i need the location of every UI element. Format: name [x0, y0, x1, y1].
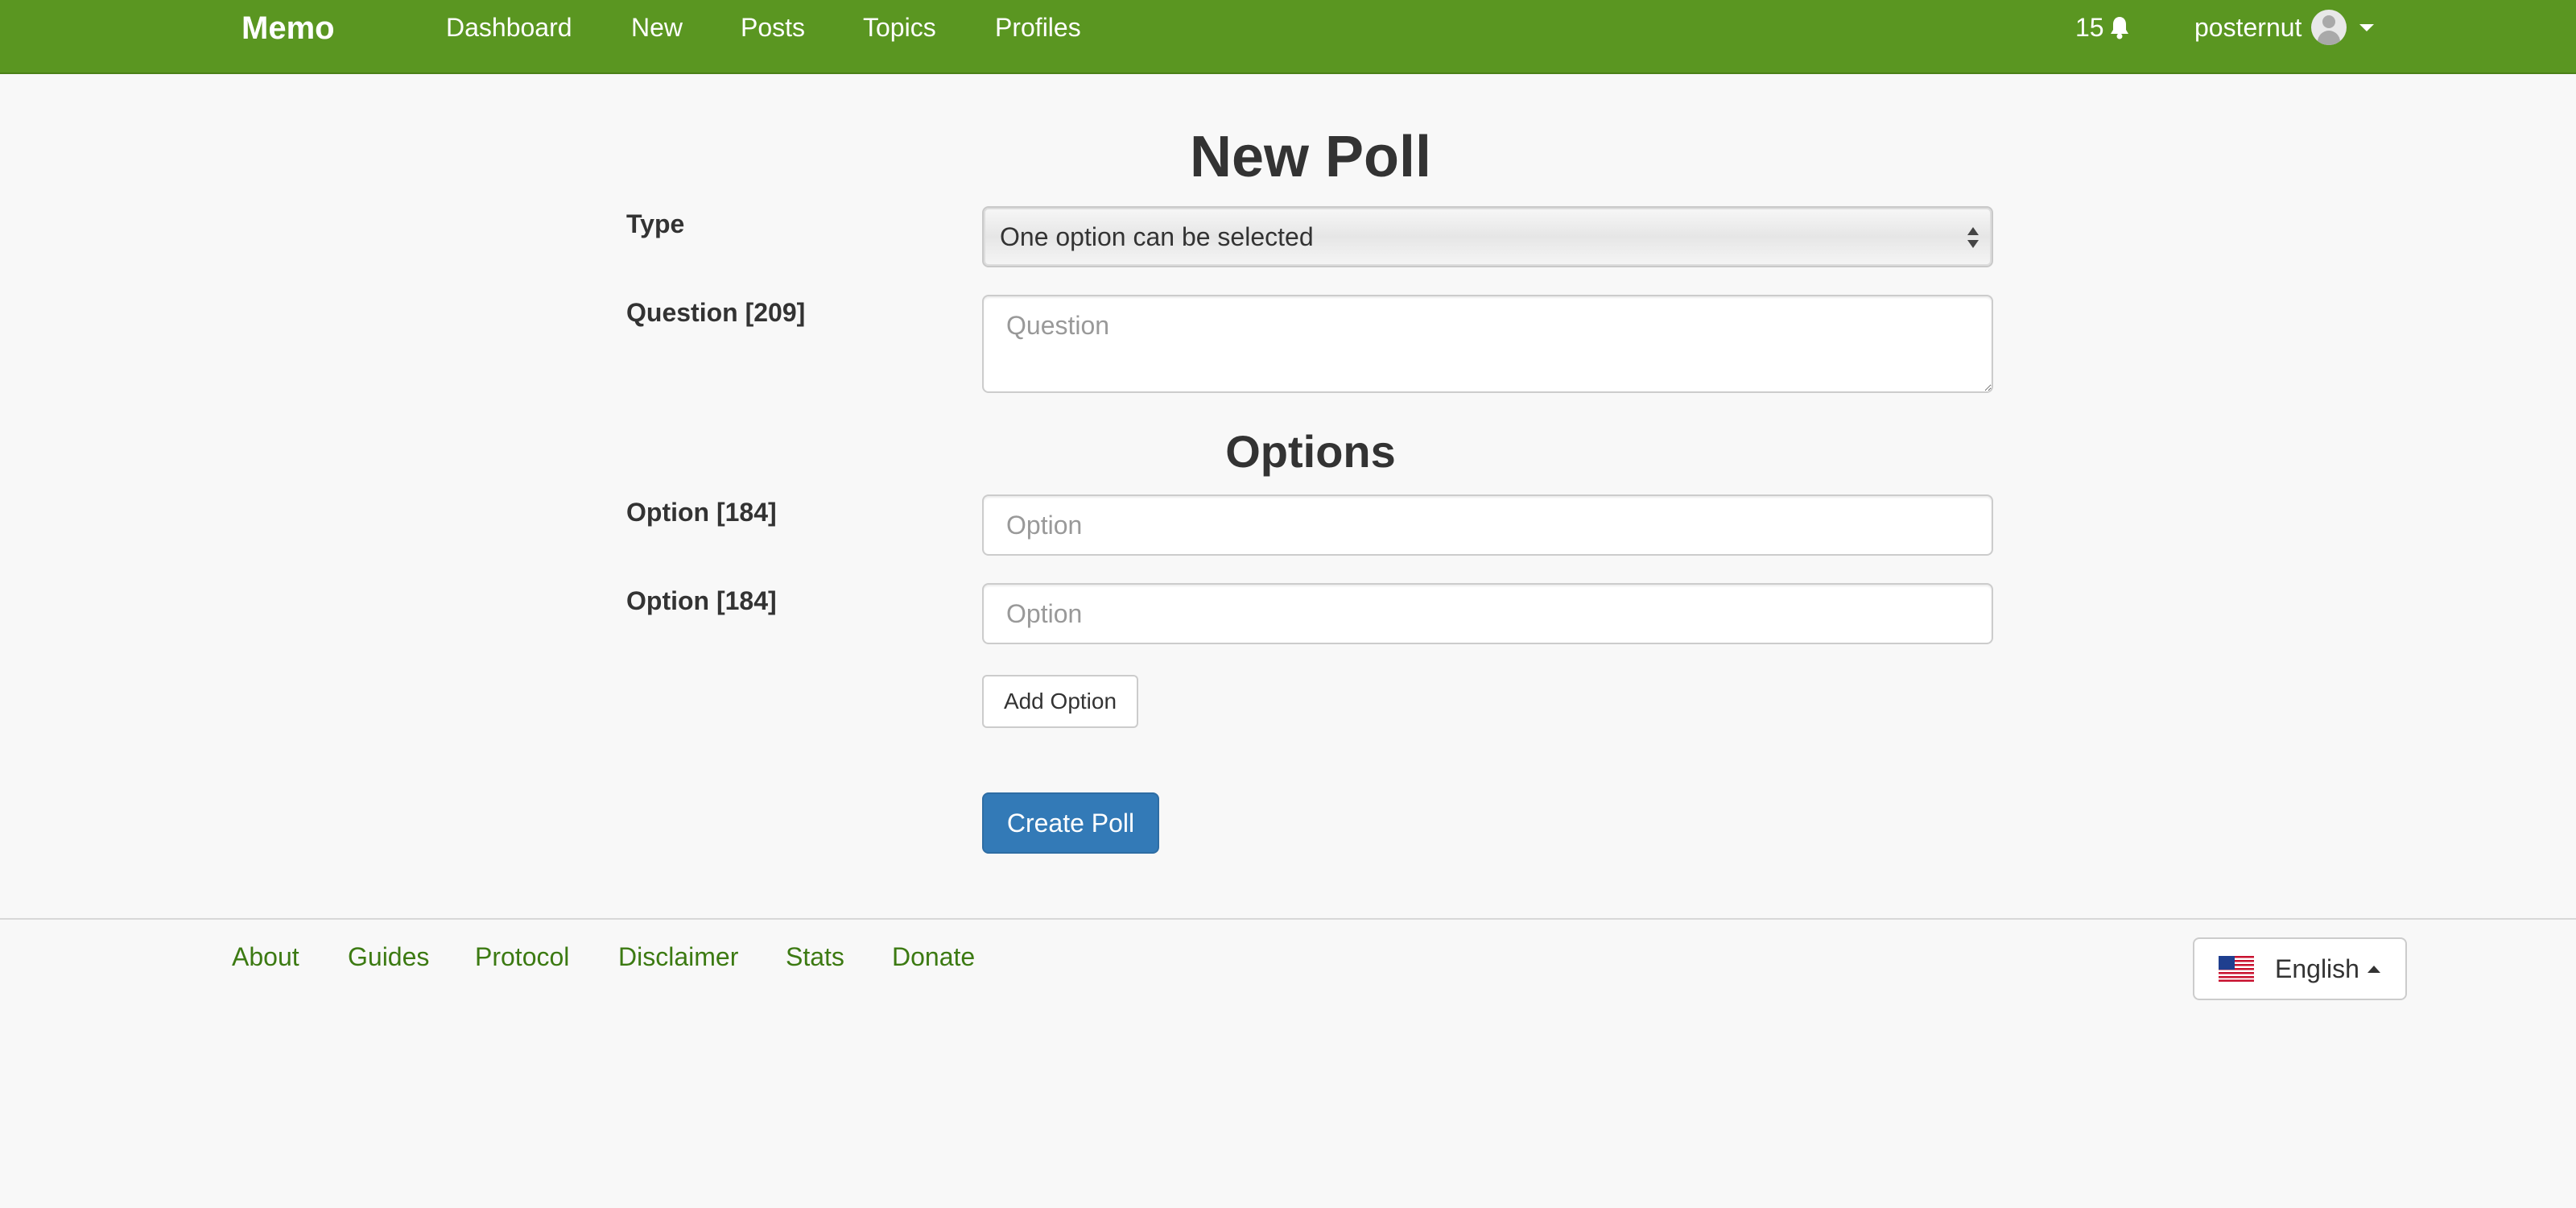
poll-type-value: One option can be selected	[1000, 222, 1314, 251]
option-label-1: Option [184]	[626, 498, 777, 527]
language-label: English	[2275, 954, 2359, 983]
footer-protocol[interactable]: Protocol	[475, 942, 569, 971]
notification-count: 15	[2075, 13, 2104, 42]
question-input[interactable]	[982, 295, 1993, 393]
top-navbar: Memo Dashboard New Posts Topics Profiles…	[0, 0, 2576, 74]
add-option-button[interactable]: Add Option	[982, 675, 1138, 728]
nav-new[interactable]: New	[631, 13, 683, 42]
user-menu[interactable]: posternut	[2194, 10, 2375, 45]
nav-profiles[interactable]: Profiles	[995, 13, 1081, 42]
create-poll-button[interactable]: Create Poll	[982, 792, 1159, 854]
option-input-2[interactable]	[982, 583, 1993, 644]
caret-up-icon	[2367, 965, 2380, 973]
option-input-1[interactable]	[982, 494, 1993, 556]
nav-posts[interactable]: Posts	[741, 13, 805, 42]
footer-divider	[0, 918, 2576, 920]
brand-logo[interactable]: Memo	[242, 11, 335, 45]
language-selector[interactable]: English	[2193, 937, 2407, 1000]
us-flag-icon	[2219, 956, 2254, 982]
options-title: Options	[1225, 426, 1396, 477]
footer-donate[interactable]: Donate	[892, 942, 975, 971]
notifications-button[interactable]: 15	[2075, 13, 2130, 42]
nav-topics[interactable]: Topics	[863, 13, 936, 42]
footer-stats[interactable]: Stats	[786, 942, 844, 971]
nav-dashboard[interactable]: Dashboard	[446, 13, 572, 42]
username: posternut	[2194, 13, 2302, 42]
footer-disclaimer[interactable]: Disclaimer	[618, 942, 738, 971]
option-label-2: Option [184]	[626, 586, 777, 615]
question-label: Question [209]	[626, 298, 806, 327]
avatar	[2311, 10, 2347, 45]
footer-about[interactable]: About	[232, 942, 299, 971]
footer-guides[interactable]: Guides	[348, 942, 429, 971]
chevron-down-icon	[2359, 23, 2375, 31]
page-title: New Poll	[1189, 125, 1432, 189]
poll-type-select[interactable]: One option can be selected	[982, 206, 1993, 267]
bell-icon	[2110, 17, 2128, 39]
select-arrows-icon	[1967, 227, 1979, 250]
type-label: Type	[626, 209, 685, 238]
